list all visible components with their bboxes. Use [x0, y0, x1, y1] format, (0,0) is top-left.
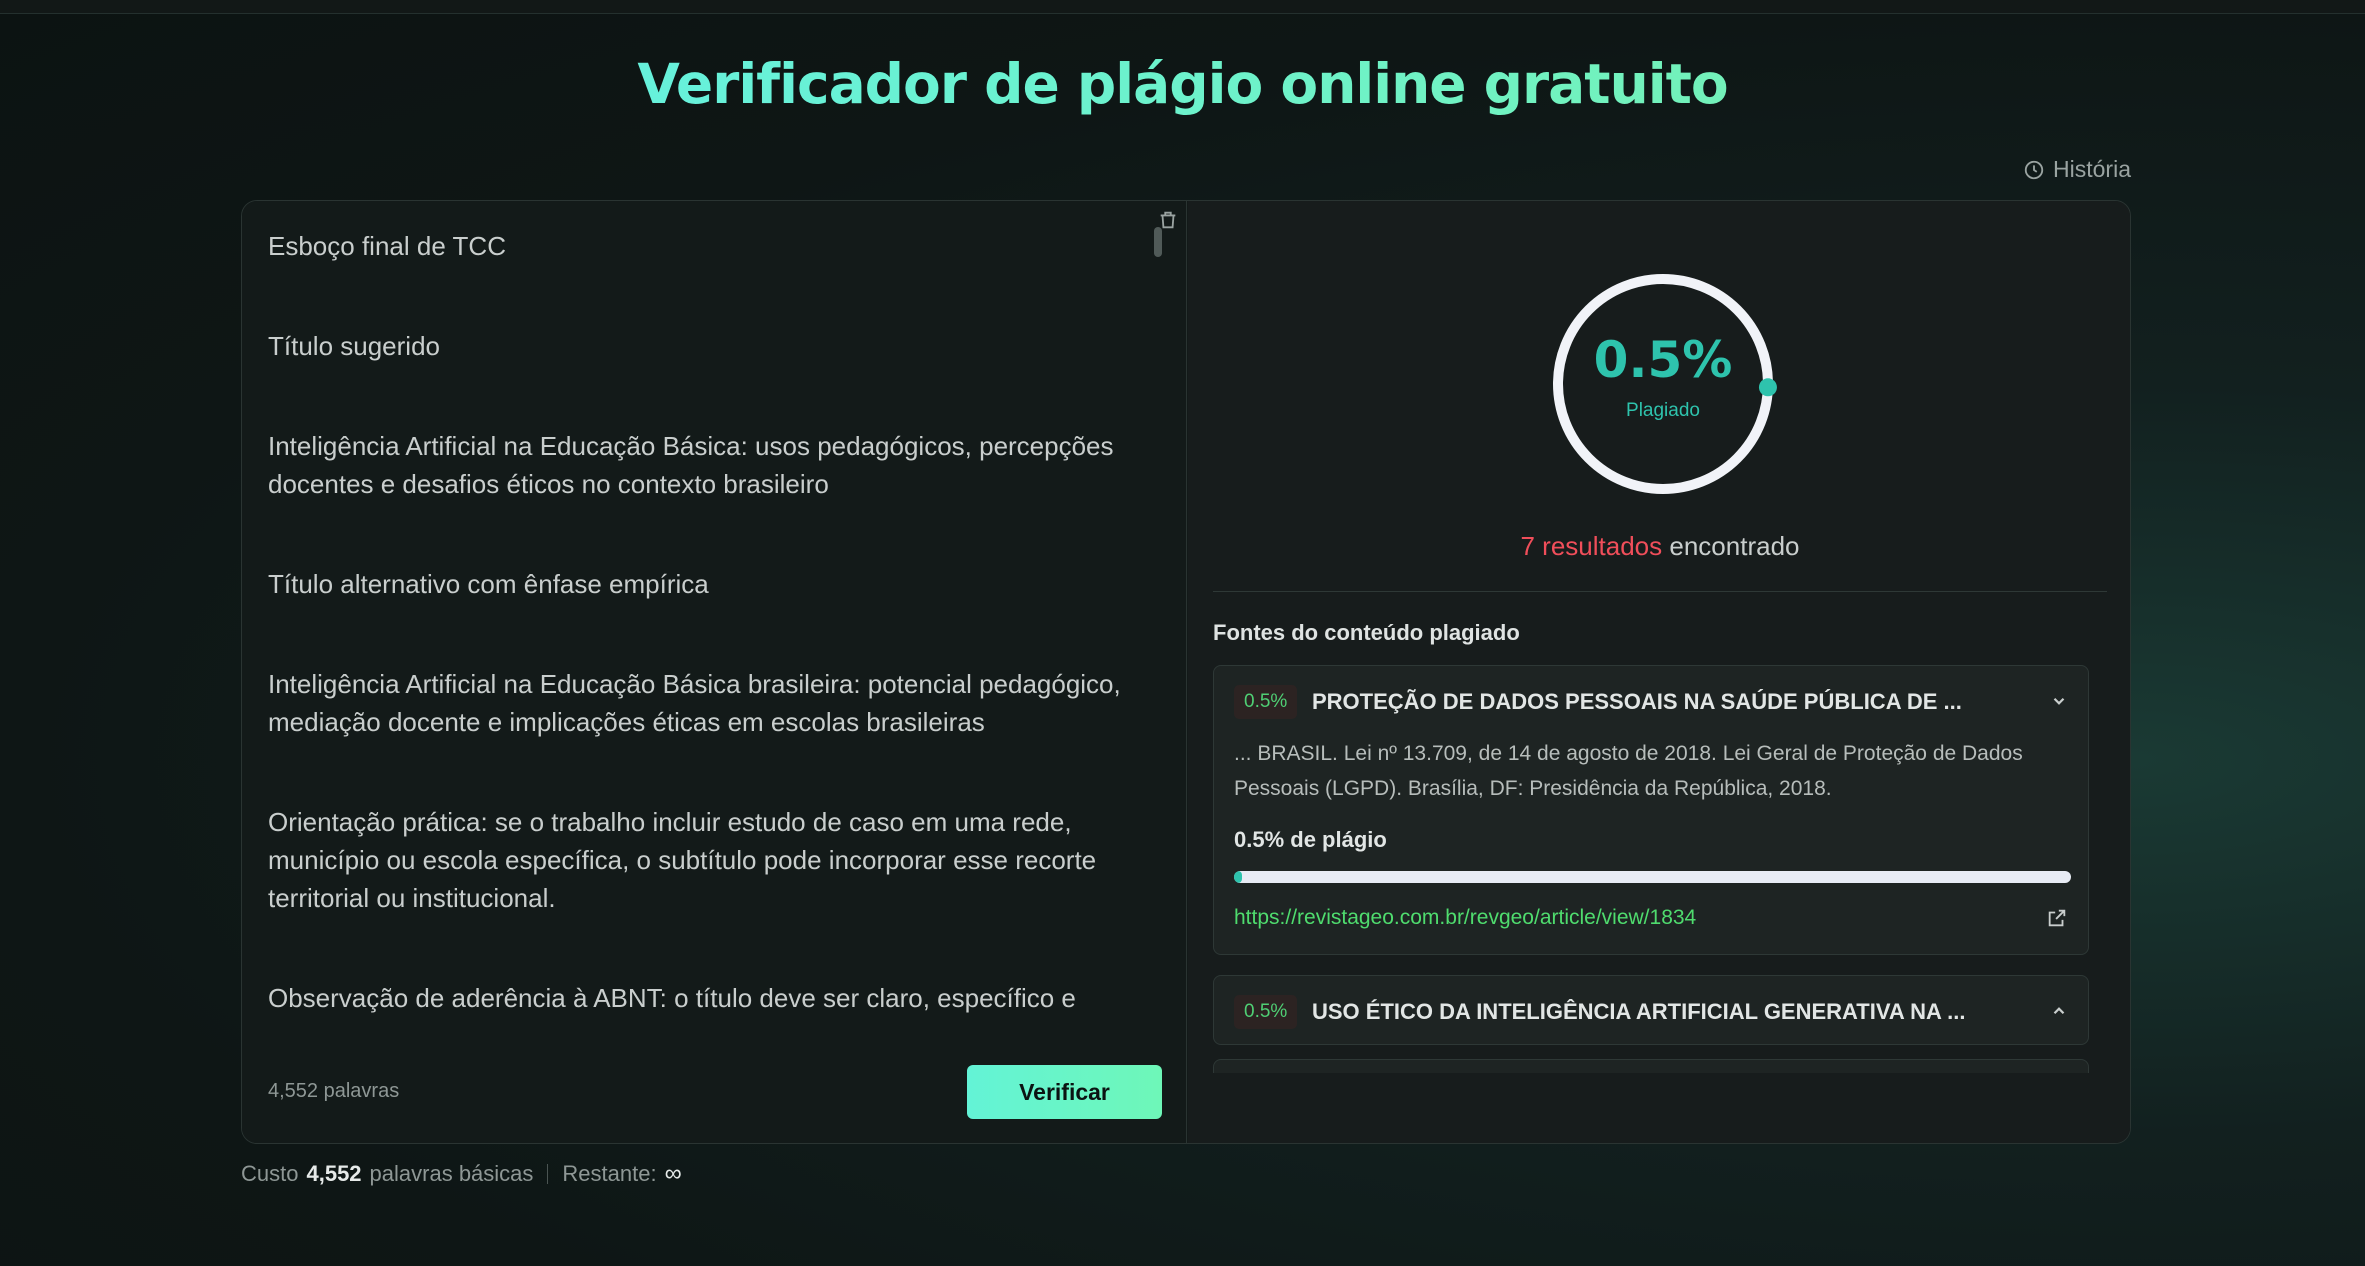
remaining-value: ∞ — [664, 1160, 682, 1187]
source-percent-badge: 0.5% — [1234, 685, 1298, 719]
results-suffix: encontrado — [1669, 531, 1800, 561]
usage-footer: Custo 4,552 palavras básicas Restante: ∞ — [241, 1160, 682, 1188]
sources-heading: Fontes do conteúdo plagiado — [1213, 620, 1520, 645]
chevron-up-icon[interactable] — [2050, 1002, 2068, 1020]
results-count: 7 resultados — [1520, 531, 1663, 561]
top-bar — [0, 0, 2365, 14]
word-count: 4,552 palavras — [268, 1080, 400, 1102]
source-item[interactable]: 0.5% PROTEÇÃO DE DADOS PESSOAIS NA SAÚDE… — [1213, 665, 2089, 955]
editor-paragraph: Observação de aderência à ABNT: o título… — [268, 983, 1076, 1013]
checker-card: Esboço final de TCC Título sugerido Inte… — [241, 200, 2131, 1144]
source-percent-badge: 0.5% — [1234, 995, 1298, 1029]
verify-button[interactable]: Verificar — [967, 1065, 1162, 1119]
text-editor[interactable]: Esboço final de TCC Título sugerido Inte… — [268, 227, 1148, 1042]
history-label: História — [2053, 156, 2131, 182]
plagiarism-score-label: Plagiado — [1626, 400, 1700, 421]
source-title: USO ÉTICO DA INTELIGÊNCIA ARTIFICIAL GEN… — [1312, 999, 1966, 1024]
results-panel: 0.5% Plagiado 7 resultados encontrado Fo… — [1188, 201, 2130, 1143]
cost-value: 4,552 — [306, 1161, 362, 1186]
divider — [1213, 591, 2107, 592]
source-plagiarism-label: 0.5% de plágio — [1234, 827, 1387, 852]
source-link[interactable]: https://revistageo.com.br/revgeo/article… — [1234, 906, 1696, 930]
source-title: PROTEÇÃO DE DADOS PESSOAIS NA SAÚDE PÚBL… — [1312, 689, 1962, 714]
editor-paragraph: Título alternativo com ênfase empírica — [268, 569, 709, 599]
editor-paragraph: Inteligência Artificial na Educação Bási… — [268, 669, 1121, 737]
external-link-icon[interactable] — [2046, 907, 2068, 929]
source-progress-fill — [1234, 871, 1243, 883]
editor-paragraph: Esboço final de TCC — [268, 231, 506, 261]
page-title: Verificador de plágio online gratuito — [0, 52, 2365, 116]
input-panel: Esboço final de TCC Título sugerido Inte… — [242, 201, 1187, 1143]
cost-suffix: palavras básicas — [369, 1161, 534, 1186]
source-excerpt: ... BRASIL. Lei nº 13.709, de 14 de agos… — [1234, 742, 2023, 800]
results-summary: 7 resultados encontrado — [1188, 531, 2130, 562]
cost-prefix: Custo — [241, 1161, 299, 1186]
editor-scrollbar[interactable] — [1154, 227, 1162, 257]
editor-paragraph: Orientação prática: se o trabalho inclui… — [268, 807, 1097, 913]
plagiarism-gauge: 0.5% Plagiado — [1548, 269, 1778, 499]
plagiarism-score: 0.5% — [1593, 331, 1733, 389]
source-progress-bar — [1234, 871, 2071, 883]
source-item-edge — [1213, 1059, 2089, 1073]
footer-separator — [547, 1164, 549, 1184]
editor-paragraph: Título sugerido — [268, 331, 440, 361]
remaining-label: Restante: — [562, 1161, 657, 1186]
clock-icon — [2024, 160, 2044, 179]
feedback-bar — [1188, 1061, 2130, 1143]
editor-paragraph: Inteligência Artificial na Educação Bási… — [268, 431, 1114, 499]
source-item[interactable]: 0.5% USO ÉTICO DA INTELIGÊNCIA ARTIFICIA… — [1213, 975, 2089, 1045]
chevron-down-icon[interactable] — [2050, 692, 2068, 710]
history-button[interactable]: História — [2023, 156, 2131, 183]
